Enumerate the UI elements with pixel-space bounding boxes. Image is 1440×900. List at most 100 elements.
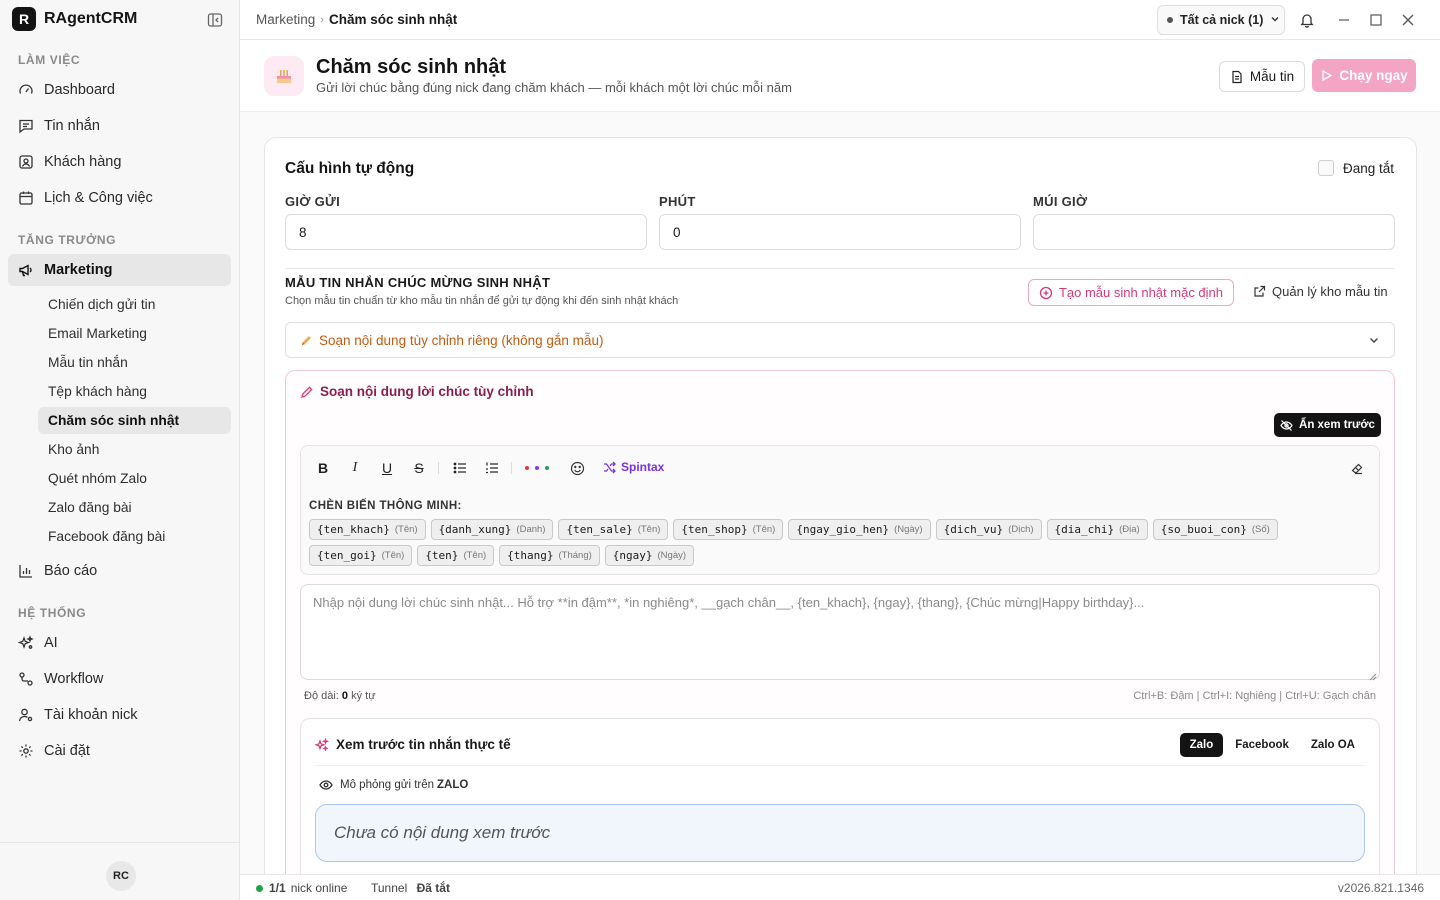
variable-chip[interactable]: {ten_sale} (Tên) [558,519,669,540]
sidebar-sub-zalo-groups[interactable]: Quét nhóm Zalo [38,465,231,492]
breadcrumb-parent[interactable]: Marketing [256,12,315,27]
maximize-icon[interactable] [1368,12,1384,28]
color-dots-icon[interactable] [523,460,553,476]
hide-preview-label: Ẩn xem trước [1299,419,1375,431]
underline-icon[interactable]: U [379,460,395,476]
create-default-template-button[interactable]: Tạo mẫu sinh nhật mặc định [1028,279,1234,306]
timezone-input[interactable] [1033,214,1395,250]
sidebar-sub-zalo-post[interactable]: Zalo đăng bài [38,494,231,521]
compose-title: Soạn nội dung lời chúc tùy chỉnh [300,384,534,399]
auto-toggle[interactable]: Đang tắt [1318,160,1394,176]
close-icon[interactable] [1400,12,1416,28]
sidebar-item-marketing[interactable]: Marketing [8,254,231,286]
variable-chip[interactable]: {so_buoi_con} (Số) [1152,519,1278,540]
nick-filter-select[interactable]: Tất cả nick (1) [1157,5,1285,35]
sidebar-item-accounts[interactable]: Tài khoản nick [8,699,231,731]
template-section-subtitle: Chọn mẫu tin chuẩn từ kho mẫu tin nhắn đ… [285,295,679,307]
minimize-icon[interactable] [1336,12,1352,28]
brand[interactable]: R RAgentCRM [12,7,137,31]
sidebar-item-label: Lịch & Công việc [44,190,153,206]
italic-icon[interactable]: I [347,460,363,476]
numbered-list-icon[interactable] [484,460,500,476]
bold-icon[interactable]: B [315,460,331,476]
minute-input[interactable]: 0 [659,214,1021,250]
bullet-list-icon[interactable] [452,460,468,476]
sidebar-item-dashboard[interactable]: Dashboard [8,74,231,106]
tunnel-label: Tunnel [371,881,408,895]
sidebar-item-reports[interactable]: Báo cáo [8,555,231,587]
toolbar-divider [438,462,439,474]
bell-icon[interactable] [1299,12,1315,28]
sidebar-sub-templates[interactable]: Mẫu tin nhắn [38,349,231,376]
variable-hint: (Tên) [394,524,418,535]
resize-handle-icon[interactable] [1369,669,1377,681]
avatar[interactable]: RC [106,861,136,891]
page-header: Chăm sóc sinh nhật Gửi lời chúc bằng đún… [240,40,1440,112]
hour-input[interactable]: 8 [285,214,647,250]
spintax-button[interactable]: Spintax [603,460,664,474]
nick-filter-value: Tất cả nick (1) [1180,13,1264,27]
breadcrumb: Marketing › Chăm sóc sinh nhật [256,12,457,27]
manage-templates-label: Quản lý kho mẫu tin [1272,284,1388,299]
online-status: 1/1 nick online [256,881,347,895]
template-select-value: Soạn nội dung tùy chỉnh riêng (không gắn… [319,332,604,348]
run-now-button[interactable]: Chạy ngay [1312,59,1416,92]
toggle-checkbox[interactable] [1318,160,1334,176]
templates-button[interactable]: Mẫu tin [1219,61,1305,92]
sidebar-item-label: Workflow [44,671,104,687]
sidebar-item-customers[interactable]: Khách hàng [8,146,231,178]
sidebar-item-label: Tài khoản nick [44,707,138,723]
sidebar-item-ai[interactable]: AI [8,627,231,659]
tab-facebook[interactable]: Facebook [1225,733,1299,757]
sidebar-sub-segments[interactable]: Tệp khách hàng [38,378,231,405]
eraser-icon[interactable] [1349,460,1365,476]
length-label: Độ dài: [304,690,339,702]
preview-panel: Xem trước tin nhắn thực tế Zalo Facebook… [300,718,1380,874]
variable-hint: (Ngày) [657,550,687,561]
emoji-icon[interactable] [569,460,585,476]
variable-code: {ten_sale} [566,523,633,536]
sidebar-collapse-icon[interactable] [207,12,223,28]
sidebar-item-workflow[interactable]: Workflow [8,663,231,695]
variable-code: {danh_xung} [438,523,512,536]
sidebar-item-calendar[interactable]: Lịch & Công việc [8,182,231,214]
chevron-right-icon: › [320,13,324,26]
variable-chip[interactable]: {thang} (Tháng) [499,545,600,566]
divider [285,268,1395,269]
preview-title: Xem trước tin nhắn thực tế [315,737,511,752]
variable-chip[interactable]: {ten} (Tên) [417,545,495,566]
sidebar-sub-fb-post[interactable]: Facebook đăng bài [38,523,231,550]
variable-hint: (Tên) [463,550,487,561]
topbar: Marketing › Chăm sóc sinh nhật Tất cả ni… [240,0,1440,40]
format-toolbar: B I U S Spintax [301,446,1379,490]
bar-chart-icon [18,563,34,579]
tab-zalo[interactable]: Zalo [1179,733,1224,757]
variable-chip[interactable]: {ngay_gio_hen} (Ngày) [788,519,931,540]
variable-chip[interactable]: {ten_goi} (Tên) [309,545,413,566]
sidebar-sub-images[interactable]: Kho ảnh [38,436,231,463]
sidebar-item-settings[interactable]: Cài đặt [8,735,231,767]
variable-code: {ngay} [612,549,653,562]
sidebar-item-messages[interactable]: Tin nhắn [8,110,231,142]
hide-preview-button[interactable]: Ẩn xem trước [1274,413,1381,437]
variable-chip[interactable]: {dia_chi} (Địa) [1046,519,1148,540]
manage-templates-link[interactable]: Quản lý kho mẫu tin [1253,284,1388,299]
variable-chip[interactable]: {danh_xung} (Danh) [430,519,554,540]
simulation-text: Mô phỏng gửi trên [340,779,435,791]
config-card: Cấu hình tự động Đang tắt GIỜ GỬI 8 PHÚT… [264,137,1417,874]
sidebar-sub-email[interactable]: Email Marketing [38,320,231,347]
page-subtitle: Gửi lời chúc bằng đúng nick đang chăm kh… [316,80,792,95]
tab-zalo-oa[interactable]: Zalo OA [1301,733,1365,757]
variable-chip[interactable]: {ten_shop} (Tên) [673,519,784,540]
variable-chip[interactable]: {ten_khach} (Tên) [309,519,426,540]
sidebar-sub-birthday[interactable]: Chăm sóc sinh nhật [38,407,231,434]
variable-chip[interactable]: {ngay} (Ngày) [604,545,695,566]
online-dot [256,884,263,892]
variable-code: {dia_chi} [1054,523,1115,536]
sidebar-sub-campaign[interactable]: Chiến dịch gửi tin [38,291,231,318]
birthday-message-textarea[interactable]: Nhập nội dung lời chúc sinh nhật... Hỗ t… [300,584,1380,681]
variable-chip[interactable]: {dich_vu} (Dịch) [935,519,1042,540]
strikethrough-icon[interactable]: S [411,460,427,476]
template-select[interactable]: Soạn nội dung tùy chỉnh riêng (không gắn… [285,322,1395,358]
page-title: Chăm sóc sinh nhật [316,56,507,78]
